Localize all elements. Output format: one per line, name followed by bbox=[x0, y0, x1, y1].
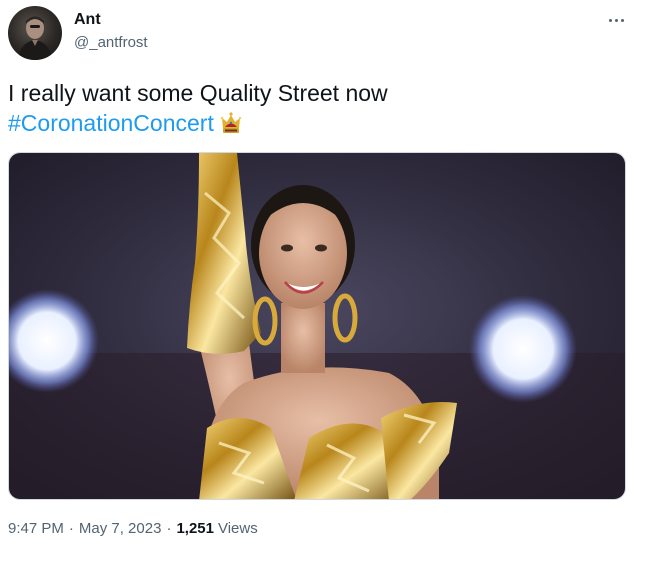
display-name[interactable]: Ant bbox=[74, 11, 101, 29]
user-handle[interactable]: @_antfrost bbox=[74, 34, 148, 51]
hashtag-line: #CoronationConcert bbox=[8, 108, 242, 138]
separator-dot: · bbox=[166, 520, 172, 537]
more-icon bbox=[608, 18, 612, 22]
concert-photo bbox=[9, 153, 625, 499]
more-icon-dot bbox=[614, 18, 618, 22]
views-count: 1,251 bbox=[176, 520, 214, 537]
tweet-media[interactable] bbox=[8, 152, 626, 500]
more-options-button[interactable] bbox=[600, 10, 632, 30]
tweet-metadata: 9:47 PM · May 7, 2023 · 1,251 Views bbox=[8, 520, 258, 537]
avatar[interactable] bbox=[8, 6, 62, 60]
hashtag-link[interactable]: #CoronationConcert bbox=[8, 108, 214, 138]
tweet-date[interactable]: May 7, 2023 bbox=[79, 520, 162, 537]
views-label: Views bbox=[217, 520, 258, 537]
tweet-time[interactable]: 9:47 PM bbox=[8, 520, 64, 537]
tweet-card: Ant @_antfrost I really want some Qualit… bbox=[0, 0, 648, 563]
separator-dot: · bbox=[68, 520, 74, 537]
crown-icon bbox=[220, 111, 242, 135]
more-icon-dot bbox=[620, 18, 624, 22]
tweet-text: I really want some Quality Street now bbox=[8, 80, 388, 106]
profile-photo bbox=[18, 16, 52, 60]
